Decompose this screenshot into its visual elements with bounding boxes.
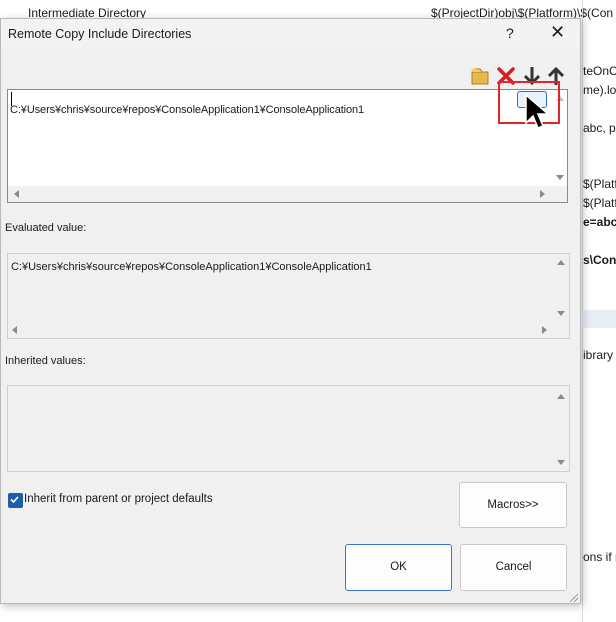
scroll-up-arrow-icon[interactable]	[557, 394, 565, 399]
inherited-values-box	[7, 385, 570, 472]
help-button[interactable]: ?	[506, 25, 514, 41]
evaluated-value-text: C:¥Users¥chris¥source¥repos¥ConsoleAppli…	[11, 261, 372, 273]
remote-copy-include-directories-dialog: Remote Copy Include Directories ? ✕ C:¥U…	[0, 18, 581, 604]
bg-selected-row	[582, 310, 616, 328]
scroll-right-arrow-icon[interactable]	[540, 190, 545, 198]
bg-fragment: ons if r	[583, 550, 616, 564]
scroll-left-arrow-icon[interactable]	[14, 190, 19, 198]
bg-fragment: me).log	[583, 83, 616, 97]
evaluated-value-label: Evaluated value:	[5, 222, 87, 234]
macros-button[interactable]: Macros>>	[459, 482, 567, 528]
close-button[interactable]: ✕	[550, 22, 565, 43]
bg-fragment: teOnC	[583, 64, 616, 78]
directories-editor[interactable]: C:¥Users¥chris¥source¥repos¥ConsoleAppli…	[7, 89, 568, 203]
bg-fragment: abc, pc	[583, 121, 616, 135]
checkmark-icon	[10, 496, 19, 504]
scroll-down-arrow-icon[interactable]	[556, 175, 564, 180]
scroll-down-arrow-icon[interactable]	[557, 311, 565, 316]
editor-horizontal-scrollbar[interactable]	[8, 186, 567, 202]
dialog-title: Remote Copy Include Directories	[8, 27, 192, 41]
scroll-right-arrow-icon[interactable]	[542, 326, 547, 334]
editor-line[interactable]: C:¥Users¥chris¥source¥repos¥ConsoleAppli…	[10, 104, 364, 116]
inherit-checkbox[interactable]	[8, 493, 23, 508]
bg-fragment: $(Platf	[583, 196, 616, 210]
resize-grip-icon[interactable]	[567, 591, 579, 603]
evaluated-value-box: C:¥Users¥chris¥source¥repos¥ConsoleAppli…	[7, 253, 570, 339]
new-line-icon[interactable]	[469, 65, 491, 87]
inherit-checkbox-label[interactable]: Inherit from parent or project defaults	[24, 493, 213, 505]
bg-fragment: $(Platf	[583, 177, 616, 191]
scroll-left-arrow-icon[interactable]	[12, 326, 17, 334]
bg-fragment: e=abc,p	[583, 215, 616, 229]
inherited-values-label: Inherited values:	[5, 355, 86, 367]
bg-fragment: ibrary	[583, 348, 614, 362]
bg-fragment: s\Cons	[583, 253, 616, 267]
scroll-down-arrow-icon[interactable]	[557, 460, 565, 465]
cancel-button[interactable]: Cancel	[460, 544, 567, 591]
mouse-cursor-icon	[525, 93, 551, 129]
dialog-titlebar[interactable]: Remote Copy Include Directories ? ✕	[1, 19, 580, 49]
ok-button[interactable]: OK	[345, 544, 452, 591]
scroll-up-arrow-icon[interactable]	[557, 260, 565, 265]
